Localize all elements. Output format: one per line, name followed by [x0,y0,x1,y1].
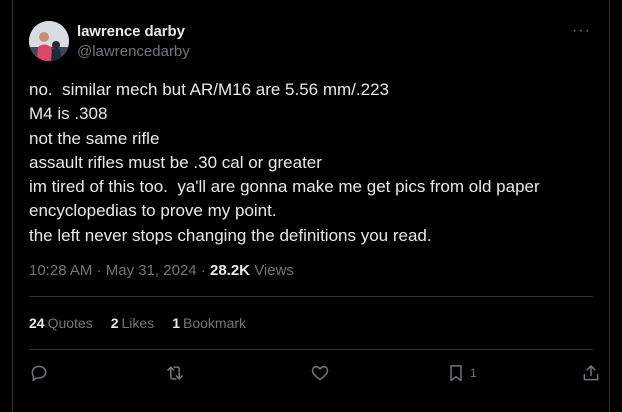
bookmarks-count: 1 [172,315,180,331]
reply-icon [31,365,47,382]
post-card: lawrence darby @lawrencedarby ··· no. si… [12,0,610,412]
bookmarks-label: Bookmark [183,315,247,331]
post-line: not the same rifle [29,128,160,148]
likes-count: 2 [110,315,119,331]
post-text: no. similar mech but AR/M16 are 5.56 mm/… [29,78,599,248]
divider [29,349,593,350]
author-handle[interactable]: @lawrencedarby [77,43,190,60]
quotes-stat[interactable]: 24 Quotes [29,315,93,331]
quotes-count: 24 [29,315,45,331]
bookmark-icon [450,365,462,382]
repost-icon [167,366,183,380]
post-meta: 10:28 AM · May 31, 2024 · 28.2K Views [29,262,294,279]
reply-button[interactable] [29,358,59,388]
divider [29,296,593,297]
author-display-name[interactable]: lawrence darby [77,23,185,40]
repost-button[interactable] [165,358,195,388]
post-date[interactable]: May 31, 2024 [106,262,197,279]
avatar-image [29,21,69,61]
more-options-icon[interactable]: ··· [572,22,591,40]
meta-separator: · [92,262,106,279]
likes-label: Likes [121,315,155,331]
bookmark-count: 1 [470,366,477,380]
post-line: the left never stops changing the defini… [29,225,432,245]
heart-icon [311,366,329,381]
post-line: no. similar mech but AR/M16 are 5.56 mm/… [29,80,389,99]
bookmarks-stat[interactable]: 1 Bookmark [172,315,246,331]
share-button[interactable] [581,358,611,388]
post-line: M4 is .308 [29,104,108,124]
like-button[interactable] [310,358,340,388]
views-label: Views [254,262,294,279]
meta-separator: · [196,262,210,279]
post-line: encyclopedias to prove my point. [29,201,277,221]
share-icon [583,365,599,381]
action-bar: 1 [29,358,599,388]
post-time[interactable]: 10:28 AM [29,262,92,279]
post-line: im tired of this too. ya'll are gonna ma… [29,177,540,197]
bookmark-button[interactable]: 1 [446,358,486,388]
likes-stat[interactable]: 2 Likes [111,315,154,331]
quotes-label: Quotes [47,315,93,331]
engagement-stats: 24 Quotes 2 Likes 1 Bookmark [29,315,246,331]
avatar[interactable] [29,21,69,61]
post-line: assault rifles must be .30 cal or greate… [29,152,322,172]
views-count: 28.2K [209,262,251,279]
